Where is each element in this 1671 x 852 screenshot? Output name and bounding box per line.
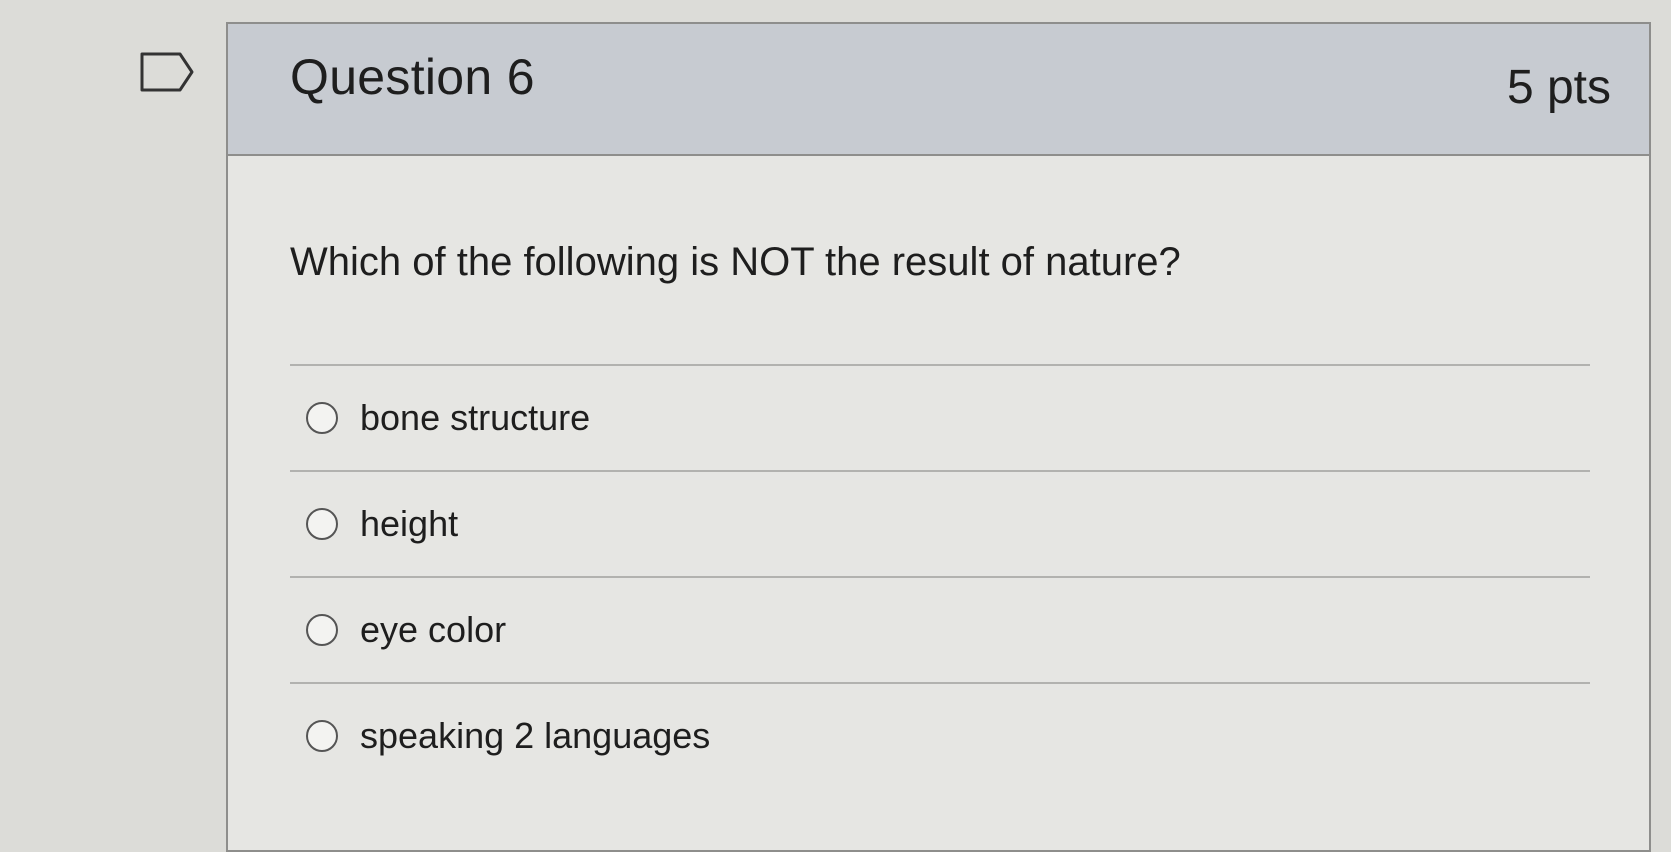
answer-option-speaking-2-languages[interactable]: speaking 2 languages (290, 684, 1590, 788)
answer-label: speaking 2 languages (360, 715, 711, 756)
radio-button-icon[interactable] (306, 508, 338, 540)
radio-button-icon[interactable] (306, 720, 338, 752)
answer-list: bone structure height eye color speaking… (290, 364, 1590, 788)
answer-label: height (360, 503, 459, 544)
question-header: Question 6 5 pts (228, 24, 1649, 156)
radio-button-icon[interactable] (306, 402, 338, 434)
answer-option-height[interactable]: height (290, 472, 1590, 576)
answer-option-eye-color[interactable]: eye color (290, 578, 1590, 682)
question-title: Question 6 (290, 49, 535, 105)
radio-button-icon[interactable] (306, 614, 338, 646)
answer-label: eye color (360, 609, 507, 650)
question-points: 5 pts (1506, 61, 1611, 114)
question-prompt: Which of the following is NOT the result… (290, 240, 1181, 284)
answer-label: bone structure (360, 397, 591, 438)
answer-option-bone-structure[interactable]: bone structure (290, 366, 1590, 470)
quiz-page: { "question": { "title": "Question 6", "… (0, 0, 1671, 852)
question-card: Question 6 5 pts Which of the following … (226, 22, 1651, 852)
flag-shape (140, 52, 194, 92)
flag-question-icon[interactable] (140, 52, 196, 92)
